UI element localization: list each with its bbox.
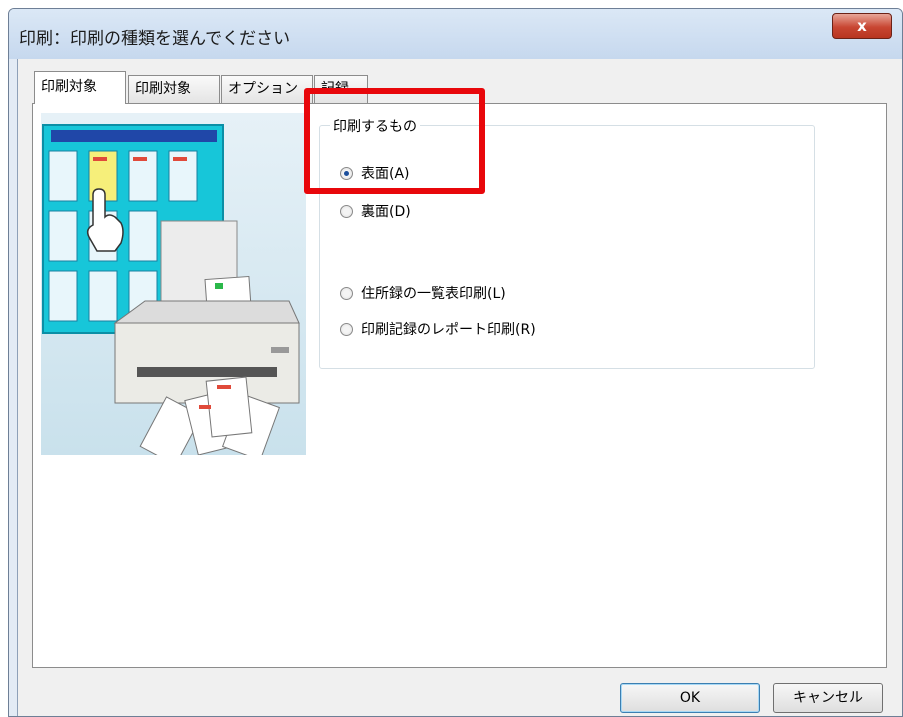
tab-print-target-1[interactable]: 印刷対象 [34,71,126,104]
close-button[interactable]: x [832,13,892,39]
tab-options[interactable]: オプション [221,75,313,103]
radio-print-report[interactable]: 印刷記録のレポート印刷(R) [340,319,536,339]
printer-illustration-image [42,124,300,455]
tab-print-target-2[interactable]: 印刷対象 [128,75,220,103]
tab-panel: 印刷するもの 表面(A) 裏面(D) 住所録の一覧表印刷(L) 印刷記録のレポー… [32,103,887,668]
radio-front-side[interactable]: 表面(A) [340,163,410,183]
group-caption: 印刷するもの [330,116,420,136]
cancel-button[interactable]: キャンセル [773,683,883,713]
radio-button-checked-icon[interactable] [340,166,353,180]
radio-label-back: 裏面(D) [361,204,411,220]
tab-record[interactable]: 記録 [314,75,368,103]
printer-illustration [41,113,306,455]
dialog-client-area: 印刷対象 印刷対象 オプション 記録 印刷するもの 表面(A) 裏面(D) 住所… [17,59,902,716]
radio-label-address-list: 住所録の一覧表印刷(L) [361,286,506,302]
ok-button[interactable]: OK [620,683,760,713]
print-target-group: 印刷するもの 表面(A) 裏面(D) 住所録の一覧表印刷(L) 印刷記録のレポー… [319,116,815,369]
title-bar[interactable]: 印刷：印刷の種類を選んでください x [9,9,902,59]
radio-address-list[interactable]: 住所録の一覧表印刷(L) [340,283,506,303]
radio-button-icon[interactable] [340,322,353,336]
radio-button-icon[interactable] [340,204,353,218]
radio-label-print-report: 印刷記録のレポート印刷(R) [361,322,536,338]
radio-label-front: 表面(A) [361,166,410,182]
print-dialog-window: 印刷：印刷の種類を選んでください x 印刷対象 印刷対象 オプション 記録 印刷… [8,8,903,717]
window-title: 印刷：印刷の種類を選んでください [19,29,291,49]
radio-button-icon[interactable] [340,286,353,300]
radio-back-side[interactable]: 裏面(D) [340,201,411,221]
